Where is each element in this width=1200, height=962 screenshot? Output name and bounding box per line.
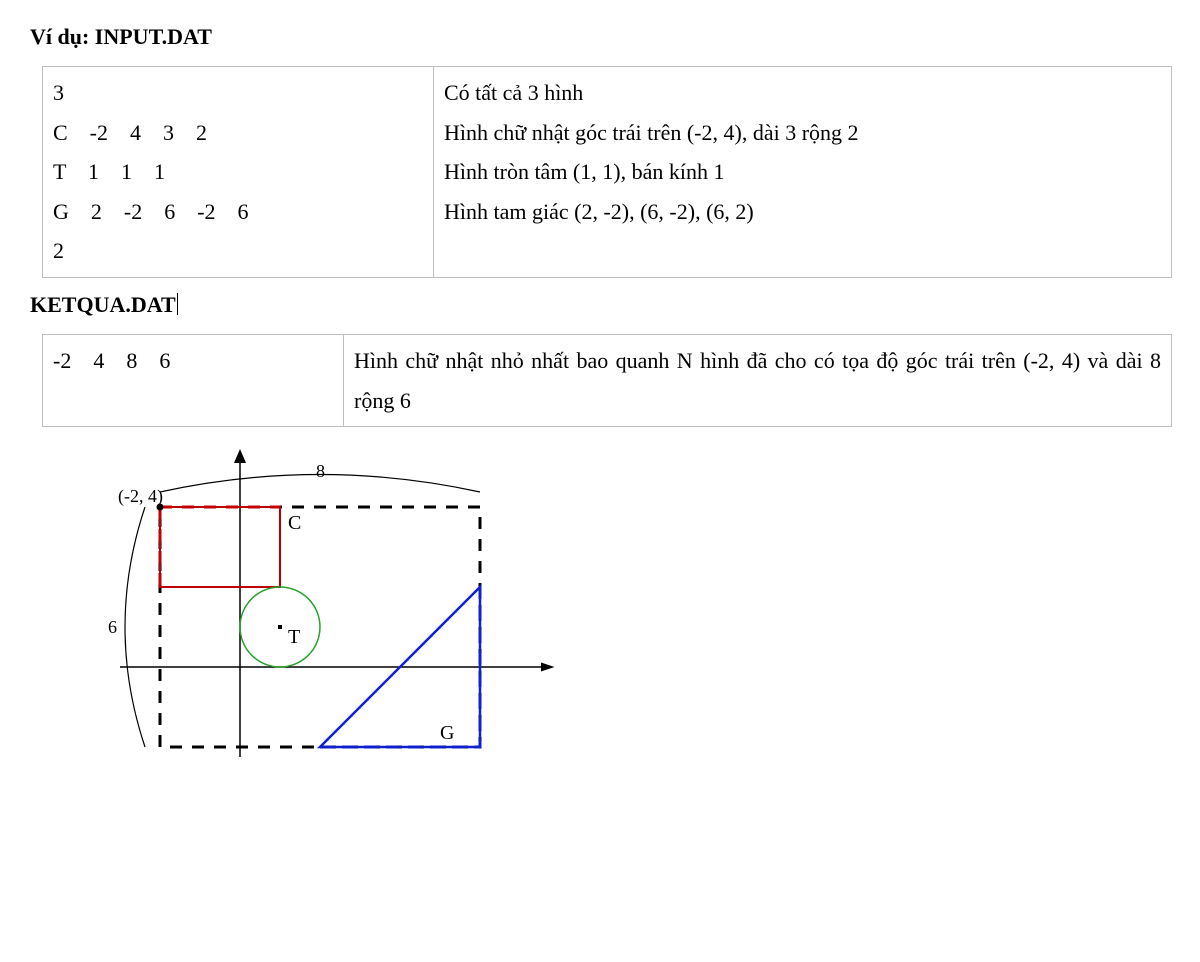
input-table: 3 C -2 4 3 2 T 1 1 1 G 2 -2 6 -2 6 2 Có … (42, 66, 1172, 278)
output-table: -2 4 8 6 Hình chữ nhật nhỏ nhất bao quan… (42, 334, 1172, 427)
label-T: T (288, 626, 300, 648)
shape-T-center (278, 625, 282, 629)
label-height: 6 (108, 617, 117, 637)
label-G: G (440, 722, 454, 744)
output-right-cell: Hình chữ nhật nhỏ nhất bao quanh N hình … (344, 334, 1172, 426)
label-corner: (-2, 4) (118, 486, 163, 507)
output-left-cell: -2 4 8 6 (43, 334, 344, 426)
shape-C-rect (160, 507, 280, 587)
input-right-cell: Có tất cả 3 hìnhHình chữ nhật góc trái t… (434, 67, 1172, 278)
heading-input: Ví dụ: INPUT.DAT (30, 24, 1170, 50)
input-left-cell: 3 C -2 4 3 2 T 1 1 1 G 2 -2 6 -2 6 2 (43, 67, 434, 278)
label-width: 8 (316, 461, 325, 481)
label-C: C (288, 512, 301, 534)
height-arc (125, 507, 145, 747)
heading-output: KETQUA.DAT (30, 292, 1170, 318)
figure: (-2, 4) 8 6 C T G (60, 447, 1170, 773)
y-axis-arrow (234, 449, 246, 463)
diagram-svg: (-2, 4) 8 6 C T G (60, 447, 580, 767)
